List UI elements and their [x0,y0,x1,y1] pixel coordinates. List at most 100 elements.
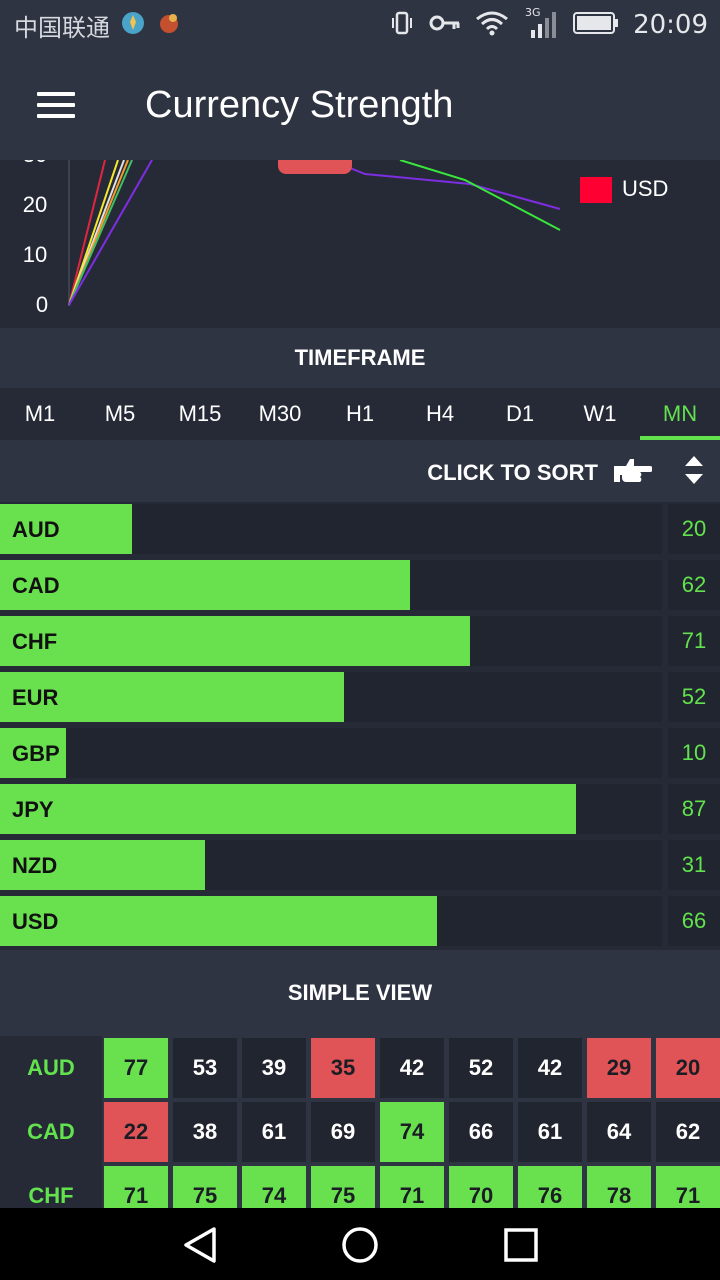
simple-view-cell: 74 [380,1102,444,1162]
y-tick-label: 20 [23,192,47,217]
simple-view-cell: 22 [104,1102,168,1162]
simple-view-cell: 62 [656,1102,720,1162]
currency-label: NZD [12,853,58,878]
strength-row: JPY 87 [0,782,720,838]
simple-view-cell: 66 [449,1102,513,1162]
recents-icon[interactable] [502,1226,540,1269]
strength-row: AUD 20 [0,502,720,558]
strength-bar-track: JPY [0,784,662,834]
strength-value: 31 [668,840,720,890]
simple-view-cell: 42 [518,1038,582,1098]
strength-bar-track: EUR [0,672,662,722]
tab-mn[interactable]: MN [640,388,720,440]
status-bar: 中国联通 3G 20:09 [0,0,720,50]
tab-h4[interactable]: H4 [400,388,480,440]
simple-view-cell: 20 [656,1038,720,1098]
pointing-hand-icon[interactable] [614,456,653,491]
game-notification-icon [156,10,182,41]
simple-view-cell: 69 [311,1102,375,1162]
home-icon[interactable] [340,1226,380,1269]
simple-view-cell: 61 [518,1102,582,1162]
hamburger-menu-icon[interactable] [37,90,77,120]
simple-view-cell: 75 [311,1166,375,1208]
svg-text:30: 30 [23,160,47,167]
strength-bar-track: GBP [0,728,662,778]
strength-value: 10 [668,728,720,778]
sort-arrows-icon[interactable] [684,454,704,491]
app-bar: Currency Strength [0,50,720,160]
simple-view-grid: AUD 77 53 39 35 42 52 42 29 20 CAD 22 38 61 69 74 66 61 64… [0,1036,720,1208]
app-notification-icon [120,10,146,41]
strength-row: CHF 71 [0,614,720,670]
simple-view-currency: AUD [0,1036,102,1100]
tab-m30[interactable]: M30 [240,388,320,440]
y-tick-label: 0 [36,292,48,317]
timeframe-tabs: M1 M5 M15 M30 H1 H4 D1 W1 MN [0,388,720,440]
strength-value: 71 [668,616,720,666]
strength-bar-fill [0,560,411,610]
strength-list: AUD 20 CAD 62 CHF 71 EUR 52 GBP 10 JPY 87 NZD 31 USD 66 [0,502,720,950]
simple-view-cell: 39 [242,1038,306,1098]
legend-label: USD [622,176,668,201]
tab-m5[interactable]: M5 [80,388,160,440]
strength-bar-fill [0,784,576,834]
currency-label: CHF [12,629,58,654]
strength-value: 62 [668,560,720,610]
system-nav-bar [0,1208,720,1280]
simple-view-cell: 29 [587,1038,651,1098]
strength-bar-fill [0,616,471,666]
strength-bar-track: AUD [0,504,662,554]
strength-bar-fill [0,896,437,946]
simple-view-cell: 52 [449,1038,513,1098]
currency-label: USD [12,909,59,934]
strength-row: CAD 62 [0,558,720,614]
simple-view-cell: 64 [587,1102,651,1162]
simple-view-currency: CHF [0,1164,102,1208]
simple-view-row: AUD 77 53 39 35 42 52 42 29 20 [0,1036,720,1100]
tab-w1[interactable]: W1 [560,388,640,440]
strength-row: USD 66 [0,894,720,950]
series-line [329,160,561,210]
simple-view-cell: 71 [380,1166,444,1208]
strength-chart[interactable]: 30 20 10 0 USD [0,160,720,328]
simple-view-cell: 71 [656,1166,720,1208]
simple-view-row: CHF 71 75 74 75 71 70 76 78 71 [0,1164,720,1208]
simple-view-header: SIMPLE VIEW [0,950,720,1036]
currency-label: CAD [12,573,60,598]
strength-bar-track: CAD [0,560,662,610]
network-type: 3G [525,6,541,19]
simple-view-cell: 53 [173,1038,237,1098]
strength-value: 52 [668,672,720,722]
vibrate-icon [389,10,415,41]
back-icon[interactable] [180,1226,220,1269]
simple-view-cell: 78 [587,1166,651,1208]
currency-label: JPY [12,797,54,822]
legend-swatch [580,177,612,203]
tab-h1[interactable]: H1 [320,388,400,440]
strength-row: NZD 31 [0,838,720,894]
strength-value: 87 [668,784,720,834]
simple-view-cell: 61 [242,1102,306,1162]
strength-value: 66 [668,896,720,946]
tab-d1[interactable]: D1 [480,388,560,440]
currency-label: AUD [12,517,60,542]
strength-row: EUR 52 [0,670,720,726]
strength-bar-track: CHF [0,616,662,666]
simple-view-cell: 35 [311,1038,375,1098]
y-tick-label: 10 [23,242,47,267]
simple-view-cell: 70 [449,1166,513,1208]
battery-icon [573,11,619,40]
tab-m15[interactable]: M15 [160,388,240,440]
simple-view-cell: 38 [173,1102,237,1162]
simple-view-cell: 75 [173,1166,237,1208]
chart-tooltip [278,160,352,174]
series-line [399,160,561,231]
page-title: Currency Strength [145,83,454,126]
clock: 20:09 [633,10,708,40]
timeframe-header: TIMEFRAME [0,328,720,388]
sort-button[interactable]: CLICK TO SORT [427,460,598,486]
simple-view-cell: 42 [380,1038,444,1098]
simple-view-cell: 71 [104,1166,168,1208]
tab-m1[interactable]: M1 [0,388,80,440]
strength-bar-track: NZD [0,840,662,890]
